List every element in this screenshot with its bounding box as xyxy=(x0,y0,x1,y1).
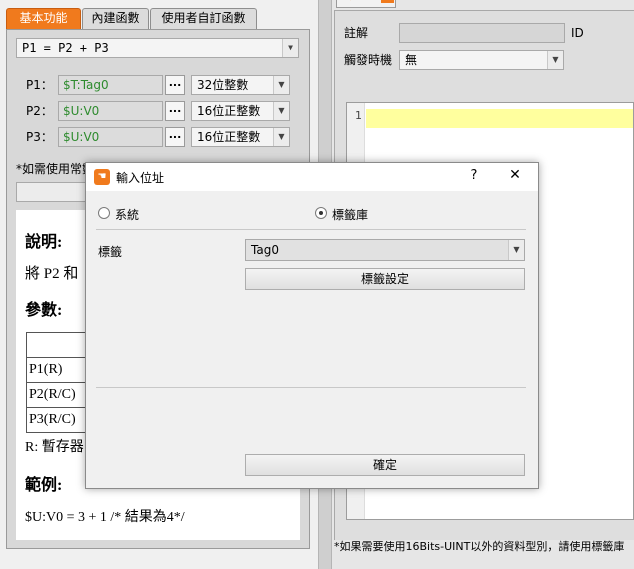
chevron-down-icon: ▼ xyxy=(282,39,298,57)
script-tab[interactable]: ✎ 0 ✕ xyxy=(336,0,396,8)
script-icon: ✎ xyxy=(343,0,352,4)
formula-select[interactable]: P1 = P2 + P3 ▼ xyxy=(16,38,299,58)
formula-value: P1 = P2 + P3 xyxy=(22,41,109,55)
p3-type-select[interactable]: 16位正整數 ▼ xyxy=(191,127,290,147)
tag-value: Tag0 xyxy=(251,243,279,257)
p2-type-value: 16位正整數 xyxy=(197,104,261,118)
p3-label: P3： xyxy=(26,130,53,144)
chevron-down-icon: ▼ xyxy=(547,51,563,69)
tab-basic-functions[interactable]: 基本功能 xyxy=(6,8,81,29)
radio-tag-library[interactable] xyxy=(315,207,327,219)
p2-type-select[interactable]: 16位正整數 ▼ xyxy=(191,101,290,121)
p1-browse-button[interactable]: ... xyxy=(165,75,185,95)
chevron-down-icon: ▼ xyxy=(273,76,289,94)
p2-label: P2： xyxy=(26,104,53,118)
hand-icon: ☚ xyxy=(94,169,110,185)
p1-type-select[interactable]: 32位整數 ▼ xyxy=(191,75,290,95)
tab-user-functions[interactable]: 使用者自訂函數 xyxy=(150,8,257,29)
current-line-highlight xyxy=(366,109,633,128)
p2-browse-button[interactable]: ... xyxy=(165,101,185,121)
p1-label: P1： xyxy=(26,78,53,92)
tab-builtin-functions[interactable]: 內建函數 xyxy=(82,8,149,29)
chevron-down-icon: ▼ xyxy=(508,240,524,260)
comment-label: 註解 xyxy=(344,26,369,40)
radio-tag-library-label: 標籤庫 xyxy=(332,208,369,222)
example-text: $U:V0 = 3 + 1 /* 結果為4*/ xyxy=(25,510,185,525)
p2-address-field[interactable]: $U:V0 xyxy=(58,101,163,121)
register-text: R: 暫存器 xyxy=(25,440,84,455)
ok-button[interactable]: 確定 xyxy=(245,454,525,476)
help-button[interactable]: ? xyxy=(467,168,481,183)
dialog-title: 輸入位址 xyxy=(116,171,165,185)
p3-browse-button[interactable]: ... xyxy=(165,127,185,147)
trigger-select[interactable]: 無 ▼ xyxy=(399,50,564,70)
p1-type-value: 32位整數 xyxy=(197,78,249,92)
chevron-down-icon: ▼ xyxy=(273,102,289,120)
desc-heading: 說明: xyxy=(25,234,63,251)
tag-select[interactable]: Tag0 ▼ xyxy=(245,239,525,261)
input-address-dialog: ☚ 輸入位址 ? ✕ 系統 標籤庫 標籤 Tag0 ▼ 標籤設定 確定 xyxy=(85,162,539,489)
line-number: 1 xyxy=(355,109,362,122)
constant-note: *如需使用常數 xyxy=(16,162,95,176)
chevron-down-icon: ▼ xyxy=(273,128,289,146)
p3-type-value: 16位正整數 xyxy=(197,130,261,144)
radio-system[interactable] xyxy=(98,207,110,219)
example-heading: 範例: xyxy=(25,477,63,494)
script-tab-number: 0 xyxy=(357,0,364,3)
trigger-label: 觸發時機 xyxy=(344,53,393,67)
dialog-titlebar: ☚ 輸入位址 ? ✕ xyxy=(86,163,538,191)
close-button[interactable]: ✕ xyxy=(507,167,523,183)
desc-text: 將 P2 和 xyxy=(25,266,79,282)
p1-address-field[interactable]: $T:Tag0 xyxy=(58,75,163,95)
tag-settings-button[interactable]: 標籤設定 xyxy=(245,268,525,290)
divider xyxy=(96,229,526,230)
tag-label: 標籤 xyxy=(98,245,123,259)
params-heading: 參數: xyxy=(25,302,63,319)
divider xyxy=(96,387,526,388)
trigger-value: 無 xyxy=(405,53,418,67)
id-label: ID xyxy=(571,26,584,40)
radio-system-label: 系統 xyxy=(115,208,140,222)
p3-address-field[interactable]: $U:V0 xyxy=(58,127,163,147)
close-icon[interactable]: ✕ xyxy=(381,0,394,3)
data-type-note: *如果需要使用16Bits-UINT以外的資料型別，請使用標籤庫 xyxy=(334,540,625,553)
comment-input[interactable] xyxy=(399,23,565,43)
